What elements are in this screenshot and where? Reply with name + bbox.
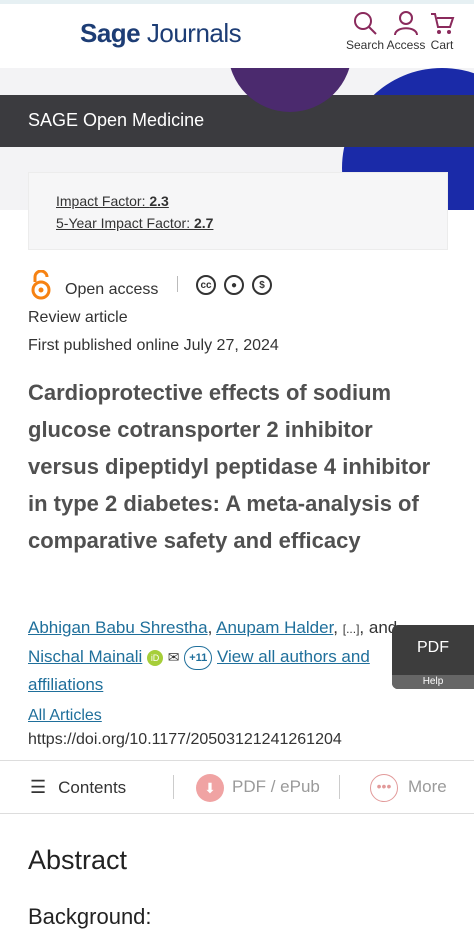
pdf-floating-button[interactable]: PDF Help (392, 625, 474, 689)
orcid-icon[interactable]: iD (147, 649, 164, 666)
article-title: Cardioprotective effects of sodium gluco… (28, 380, 431, 553)
list-icon: ☰ (30, 777, 47, 797)
author-list: Abhigan Babu Shrestha, Anupam Halder, [.… (28, 618, 398, 694)
contents-button[interactable]: ☰ Contents (30, 761, 126, 813)
cart-button[interactable]: Cart (418, 10, 466, 52)
more-button[interactable]: ••• More (370, 761, 447, 813)
search-icon (354, 12, 377, 35)
article-toolbar: ☰ Contents ⬇ PDF / ePub ••• More (0, 760, 474, 814)
publication-date: First published online July 27, 2024 (28, 337, 279, 354)
more-authors-button[interactable]: +11 (184, 645, 213, 670)
journal-title[interactable]: SAGE Open Medicine (28, 110, 204, 131)
download-icon: ⬇ (196, 773, 224, 802)
person-icon (394, 11, 418, 36)
by-icon: ● (224, 275, 244, 295)
nc-icon: $ (252, 275, 272, 295)
site-header: Sage Journals Search Access Cart (0, 4, 474, 69)
more-icon: ••• (370, 773, 398, 802)
cart-label: Cart (430, 38, 454, 52)
toolbar-divider (173, 775, 174, 799)
pdf-floating-label: PDF (417, 639, 449, 656)
cc-icon: cc (196, 275, 216, 295)
toolbar-divider (339, 775, 340, 799)
article-type: Review article (28, 309, 128, 326)
help-tab[interactable]: Help (392, 675, 474, 689)
more-authors-ellipsis[interactable]: [...] (343, 622, 360, 636)
open-access-label: Open access (65, 281, 159, 298)
background-heading: Background: (28, 904, 152, 929)
doi-link[interactable]: https://doi.org/10.1177/2050312124126120… (28, 731, 342, 749)
open-access-icon (31, 270, 51, 300)
five-year-impact-factor-link[interactable]: 5-Year Impact Factor: 2.7 (56, 215, 213, 231)
all-articles-link[interactable]: All Articles (28, 707, 102, 725)
cart-icon (431, 13, 455, 34)
abstract-heading: Abstract (28, 845, 128, 875)
pdf-epub-button[interactable]: ⬇ PDF / ePub (196, 761, 320, 813)
author-link[interactable]: Nischal Mainali (28, 647, 142, 666)
author-link[interactable]: Abhigan Babu Shrestha (28, 618, 208, 637)
author-link[interactable]: Anupam Halder (216, 618, 333, 637)
meta-divider (177, 276, 178, 292)
email-icon[interactable]: ✉ (168, 649, 180, 665)
impact-factor-box: Impact Factor: 2.3 5-Year Impact Factor:… (28, 172, 448, 250)
sage-journals-logo[interactable]: Sage Journals (80, 18, 242, 49)
impact-factor-link[interactable]: Impact Factor: 2.3 (56, 193, 169, 209)
